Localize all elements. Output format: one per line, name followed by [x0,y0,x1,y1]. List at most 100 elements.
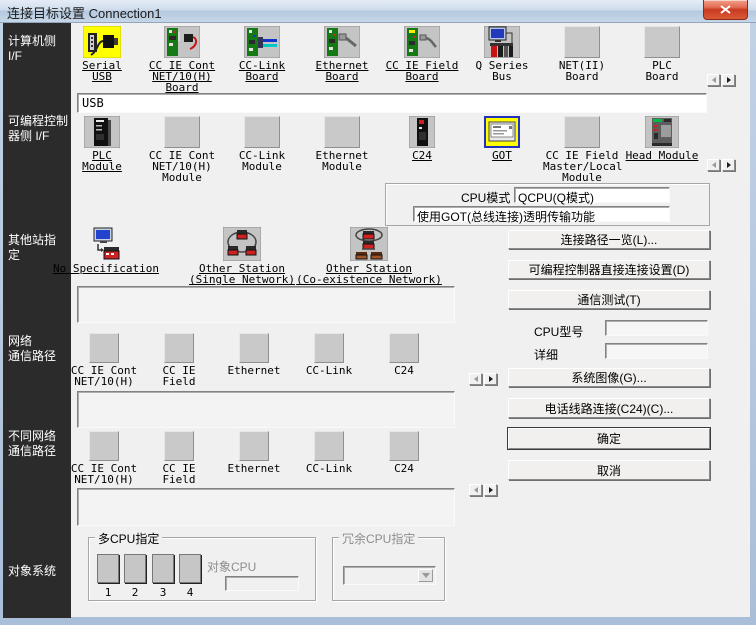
pc-if-item-cc-link-board[interactable]: CC-Link Board [223,26,301,82]
plc-if-item-cc-ie-field-module: CC IE Field Master/Local Module [543,116,621,183]
window-title: 连接目标设置 Connection1 [7,3,162,22]
section-label-pc-if: 计算机侧 I/F [8,34,70,64]
dialog-body: 计算机侧 I/F 可编程控制 器侧 I/F 其他站指 定 网络 通信路径 不同网… [3,22,750,617]
scroll-left-icon[interactable] [469,373,482,385]
plc-if-item-ethernet-module: Ethernet Module [303,116,381,172]
network-route-cc-ie-field: CC IE Field [142,333,216,387]
multi-cpu-slot-4[interactable] [179,554,201,583]
cpu-type-field [605,320,708,336]
target-cpu-field [225,576,299,591]
plc-if-item-plc-module[interactable]: PLC Module [63,116,141,172]
cc-ie-cont-module-icon [164,116,200,148]
other-station-coexistence-network[interactable]: Other Station (Co-existence Network) [274,227,464,285]
detail-label: 详细 [534,346,558,363]
cpu-mode-field: QCPU(Q模式) [514,187,670,203]
q-series-bus-icon[interactable] [484,26,520,58]
cc-ie-cont-route-icon [89,431,119,461]
multi-cpu-slot-number: 1 [97,586,119,599]
cc-ie-field-board-icon[interactable] [404,26,440,58]
detail-field [605,343,708,359]
pc-if-scroll [707,74,735,86]
scroll-left-icon[interactable] [707,74,720,86]
pc-if-item-ethernet-board[interactable]: Ethernet Board [303,26,381,82]
multi-cpu-slot-1[interactable] [97,554,119,583]
multi-cpu-slot-3[interactable] [152,554,174,583]
cc-ie-field-route-icon [164,431,194,461]
scroll-right-icon[interactable] [722,159,735,171]
cc-link-module-icon [244,116,280,148]
network-route-cc-link: CC-Link [292,333,366,376]
pc-if-item-net2-board: NET(II) Board [543,26,621,82]
plc-if-item-got[interactable]: GOT [463,116,541,161]
serial-usb-icon[interactable] [83,26,121,58]
ethernet-route-icon [239,431,269,461]
pc-if-item-cc-ie-cont-board[interactable]: CC IE Cont NET/10(H) Board [143,26,221,93]
diff-network-route-c24: C24 [367,431,441,474]
ethernet-module-icon [324,116,360,148]
scroll-right-icon[interactable] [722,74,735,86]
title-bar[interactable]: 连接目标设置 Connection1 [0,0,756,23]
cc-ie-cont-board-icon[interactable] [164,26,200,58]
section-label-network-route: 网络 通信路径 [8,334,70,364]
system-image-button[interactable]: 系统图像(G)... [508,368,710,387]
other-station-single-network-icon[interactable] [223,227,261,261]
head-module-icon[interactable] [645,116,679,148]
c24-icon[interactable] [409,116,435,148]
phone-line-connection-button[interactable]: 电话线路连接(C24)(C)... [508,398,710,418]
pc-if-item-q-series-bus[interactable]: Q Series Bus [463,26,541,82]
cc-ie-field-route-icon [164,333,194,363]
no-specification-icon[interactable] [87,227,125,261]
cc-ie-cont-route-icon [89,333,119,363]
cpu-mode-label: CPU模式 [461,189,510,206]
ok-button[interactable]: 确定 [508,428,710,449]
cc-link-board-icon[interactable] [244,26,280,58]
plc-if-item-head-module[interactable]: Head Module [623,116,701,161]
got-icon[interactable] [484,116,520,148]
plc-if-item-cc-link-module: CC-Link Module [223,116,301,172]
pc-if-interface-field[interactable]: USB [77,93,707,113]
scroll-left-icon[interactable] [469,484,482,496]
other-station-no-specification[interactable]: No Specification [41,227,171,274]
scroll-right-icon[interactable] [484,484,497,496]
multi-cpu-slot-2[interactable] [124,554,146,583]
plc-if-scroll [707,159,735,171]
other-station-coexistence-network-icon[interactable] [350,227,388,261]
section-sidebar: 计算机侧 I/F 可编程控制 器侧 I/F 其他站指 定 网络 通信路径 不同网… [3,23,71,618]
scroll-left-icon[interactable] [707,159,720,171]
cc-ie-field-module-icon [564,116,600,148]
connection-channel-list-button[interactable]: 连接路径一览(L)... [508,230,710,249]
c24-route-icon [389,431,419,461]
cancel-button[interactable]: 取消 [508,460,710,480]
plc-if-item-c24[interactable]: C24 [383,116,461,161]
section-label-diff-network-route: 不同网络 通信路径 [8,429,70,459]
close-icon [720,5,731,14]
network-route-listbox[interactable] [77,391,455,428]
section-label-plc-if: 可编程控制 器侧 I/F [8,114,70,144]
cpu-type-label: CPU型号 [534,323,583,340]
network-route-c24: C24 [367,333,441,376]
multi-cpu-slot-number: 2 [124,586,146,599]
net2-board-icon [564,26,600,58]
plc-direct-connection-button[interactable]: 可编程控制器直接连接设置(D) [508,260,710,279]
ethernet-route-icon [239,333,269,363]
close-button[interactable] [703,0,748,20]
chevron-down-icon [418,569,433,582]
pc-if-item-serial-usb[interactable]: Serial USB [63,26,141,82]
diff-network-route-scroll [469,484,497,496]
cpu-mode-box: CPU模式 QCPU(Q模式) 使用GOT(总线连接)透明传输功能 [385,183,710,226]
got-transparent-field: 使用GOT(总线连接)透明传输功能 [413,206,670,222]
multi-cpu-slot-number: 3 [152,586,174,599]
pc-if-item-plc-board: PLC Board [623,26,701,82]
plc-if-item-cc-ie-cont-module: CC IE Cont NET/10(H) Module [143,116,221,183]
communication-test-button[interactable]: 通信测试(T) [508,290,710,309]
section-label-target-system: 对象系统 [8,564,70,579]
scroll-right-icon[interactable] [484,373,497,385]
redundant-cpu-title: 冗余CPU指定 [339,530,418,547]
diff-network-route-listbox[interactable] [77,488,455,526]
pc-if-item-cc-ie-field-board[interactable]: CC IE Field Board [383,26,461,82]
multi-cpu-group: 多CPU指定 1 2 3 4 对象CPU [88,537,316,601]
ethernet-board-icon[interactable] [324,26,360,58]
cc-link-route-icon [314,431,344,461]
other-station-listbox[interactable] [77,286,455,323]
plc-module-icon[interactable] [84,116,120,148]
